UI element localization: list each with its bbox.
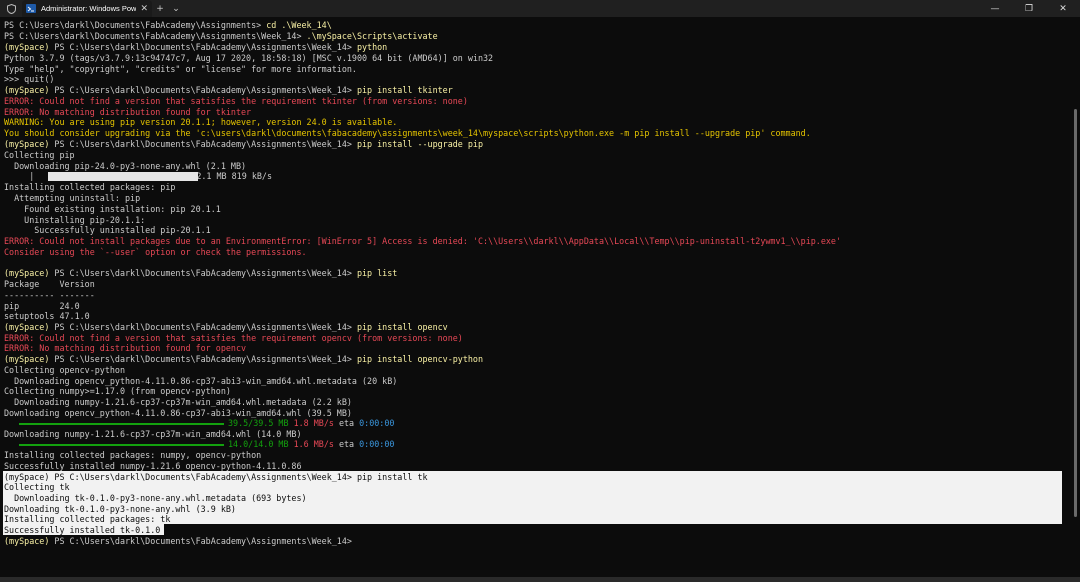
output-line: Collecting pip <box>4 150 75 160</box>
tab-dropdown-icon[interactable]: ⌄ <box>168 0 184 17</box>
error-line: ERROR: Could not find a version that sat… <box>4 96 468 106</box>
output-line: Python 3.7.9 (tags/v3.7.9:13c94747c7, Au… <box>4 53 494 63</box>
prompt-line: (mySpace) PS C:\Users\darkl\Documents\Fa… <box>4 268 398 278</box>
minimize-button[interactable]: — <box>978 0 1012 17</box>
tab-title: Administrator: Windows Pow <box>41 4 137 13</box>
output-line: Successfully uninstalled pip-20.1.1 <box>4 225 211 235</box>
close-window-button[interactable]: ✕ <box>1046 0 1080 17</box>
powershell-icon <box>26 4 36 13</box>
output-line-selected: Successfully installed tk-0.1.0 <box>4 525 161 535</box>
output-line: Collecting opencv-python <box>4 365 126 375</box>
output-line: PS C:\Users\darkl\Documents\FabAcademy\A… <box>4 20 332 30</box>
output-line: Type "help", "copyright", "credits" or "… <box>4 64 357 74</box>
opencv-progress-bar <box>19 423 224 425</box>
output-line-selected: Installing collected packages: tk <box>4 514 171 524</box>
output-line: Installing collected packages: numpy, op… <box>4 450 262 460</box>
error-line: ERROR: No matching distribution found fo… <box>4 343 247 353</box>
title-bar: Administrator: Windows Pow ✕ + ⌄ — ❐ ✕ <box>0 0 1080 17</box>
progress-stats: 39.5/39.5 MB 1.8 MB/s eta 0:00:00 <box>228 418 395 428</box>
tab-administrator-powershell[interactable]: Administrator: Windows Pow ✕ <box>22 0 152 17</box>
output-line: >>> quit() <box>4 74 55 84</box>
prompt-line: (mySpace) PS C:\Users\darkl\Documents\Fa… <box>4 42 388 52</box>
output-line: Package Version <box>4 279 95 289</box>
numpy-progress-bar <box>19 444 224 446</box>
shield-icon[interactable] <box>0 0 22 17</box>
prompt-line: (mySpace) PS C:\Users\darkl\Documents\Fa… <box>4 322 448 332</box>
prompt-line: (mySpace) PS C:\Users\darkl\Documents\Fa… <box>4 85 453 95</box>
output-line: Installing collected packages: pip <box>4 182 176 192</box>
output-line: Collecting numpy>=1.17.0 (from opencv-py… <box>4 386 231 396</box>
output-line: Downloading numpy-1.21.6-cp37-cp37m-win_… <box>4 397 352 407</box>
new-tab-button[interactable]: + <box>152 0 168 17</box>
bottom-edge <box>0 577 1080 582</box>
pip-progress-bar <box>48 172 198 181</box>
warning-line: WARNING: You are using pip version 20.1.… <box>4 117 398 127</box>
warning-line: You should consider upgrading via the 'c… <box>4 128 811 138</box>
output-line: ---------- ------- <box>4 290 95 300</box>
output-line: PS C:\Users\darkl\Documents\FabAcademy\A… <box>4 31 438 41</box>
output-line: Attempting uninstall: pip <box>4 193 141 203</box>
output-line-selected: Collecting tk <box>4 482 70 492</box>
output-line-selected: Downloading tk-0.1.0-py3-none-any.whl.me… <box>4 493 307 503</box>
prompt-line: (mySpace) PS C:\Users\darkl\Documents\Fa… <box>4 354 484 364</box>
output-line: Successfully installed numpy-1.21.6 open… <box>4 461 302 471</box>
current-prompt-line[interactable]: (mySpace) PS C:\Users\darkl\Documents\Fa… <box>4 536 352 547</box>
terminal-output[interactable]: PS C:\Users\darkl\Documents\FabAcademy\A… <box>0 17 1080 582</box>
prompt-line: (mySpace) PS C:\Users\darkl\Documents\Fa… <box>4 139 484 149</box>
error-line: ERROR: Could not install packages due to… <box>4 236 842 246</box>
output-line: Found existing installation: pip 20.1.1 <box>4 204 221 214</box>
vertical-scrollbar[interactable] <box>1074 109 1077 517</box>
output-line: setuptools 47.1.0 <box>4 311 90 321</box>
terminal-window: Administrator: Windows Pow ✕ + ⌄ — ❐ ✕ P… <box>0 0 1080 582</box>
tab-close-icon[interactable]: ✕ <box>140 4 148 14</box>
error-line: Consider using the `--user` option or ch… <box>4 247 307 257</box>
progress-stats: 14.0/14.0 MB 1.6 MB/s eta 0:00:00 <box>228 439 395 449</box>
maximize-button[interactable]: ❐ <box>1012 0 1046 17</box>
